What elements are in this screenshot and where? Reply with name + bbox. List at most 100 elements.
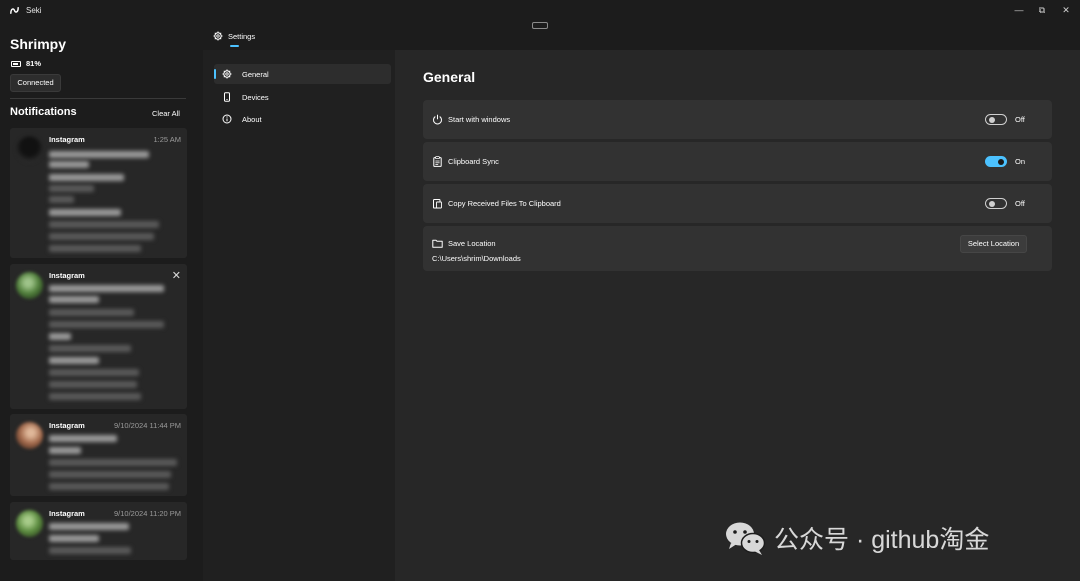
redacted-text <box>49 221 159 228</box>
tab-active-indicator <box>230 45 239 47</box>
divider <box>10 98 186 99</box>
avatar <box>16 422 43 449</box>
redacted-text <box>49 209 121 216</box>
title-bar: Seki — ⧉ ✕ <box>0 0 1080 22</box>
redacted-text <box>49 345 131 352</box>
nav-item-label: General <box>242 69 269 79</box>
nav-item-devices[interactable]: Devices <box>214 87 391 107</box>
redacted-text <box>49 151 149 158</box>
redacted-text <box>49 196 74 203</box>
notification-card[interactable]: Instagram 9/10/2024 11:44 PM <box>10 414 187 496</box>
start-with-windows-toggle[interactable] <box>985 114 1007 125</box>
nav-item-label: About <box>242 114 262 124</box>
app-title: Seki <box>26 6 42 15</box>
close-window-button[interactable]: ✕ <box>1058 3 1074 17</box>
device-panel: Shrimpy 81% Connected Notifications Clea… <box>0 22 200 581</box>
toggle-knob <box>998 158 1004 165</box>
page-title: General <box>423 69 476 85</box>
watermark-text: 公众号 · github淘金 <box>774 526 990 554</box>
select-location-button[interactable]: Select Location <box>960 235 1027 253</box>
redacted-text <box>49 459 177 466</box>
setting-label: Copy Received Files To Clipboard <box>448 199 561 208</box>
redacted-text <box>49 233 154 240</box>
setting-start-with-windows: Start with windows Off <box>423 100 1052 139</box>
close-icon[interactable]: ✕ <box>172 269 181 282</box>
folder-icon <box>432 239 443 248</box>
redacted-text <box>49 483 169 490</box>
settings-content: General Start with windows Off Clipboard… <box>395 50 1080 581</box>
redacted-text <box>49 435 117 442</box>
header: Settings <box>200 22 1080 50</box>
setting-label: Start with windows <box>448 115 511 124</box>
avatar <box>16 272 43 299</box>
settings-nav: General Devices About <box>203 50 395 581</box>
redacted-text <box>49 369 139 376</box>
setting-label: Save Location <box>448 239 496 248</box>
tab-settings[interactable]: Settings <box>213 31 255 41</box>
notification-card[interactable]: Instagram ✕ <box>10 264 187 409</box>
avatar <box>16 136 43 163</box>
toggle-state: Off <box>1015 199 1025 208</box>
redacted-text <box>49 333 71 340</box>
connection-status-button[interactable]: Connected <box>10 74 61 92</box>
redacted-text <box>49 245 141 252</box>
redacted-text <box>49 535 99 542</box>
info-icon <box>222 114 232 124</box>
redacted-text <box>49 161 89 168</box>
phone-icon <box>222 92 232 102</box>
toggle-state: On <box>1015 157 1026 166</box>
redacted-text <box>49 357 99 364</box>
notification-app: Instagram <box>49 135 85 144</box>
setting-copy-received-files: Copy Received Files To Clipboard Off <box>423 184 1052 223</box>
notification-app: Instagram <box>49 509 85 518</box>
notification-time: 9/10/2024 11:20 PM <box>114 509 181 518</box>
maximize-button[interactable]: ⧉ <box>1034 3 1050 17</box>
notification-time: 9/10/2024 11:44 PM <box>114 421 181 430</box>
nav-item-general[interactable]: General <box>214 64 391 84</box>
redacted-text <box>49 393 141 400</box>
redacted-text <box>49 296 99 303</box>
gear-icon <box>213 31 223 41</box>
toggle-state: Off <box>1015 115 1025 124</box>
wechat-logo-icon <box>726 522 766 555</box>
clipboard-icon <box>433 156 442 167</box>
notifications-heading: Notifications <box>10 106 77 118</box>
minimize-button[interactable]: — <box>1011 3 1027 17</box>
redacted-text <box>49 185 94 192</box>
redacted-text <box>49 309 134 316</box>
redacted-text <box>49 285 164 292</box>
battery-icon <box>11 60 21 67</box>
tab-settings-label: Settings <box>228 31 256 41</box>
setting-clipboard-sync: Clipboard Sync On <box>423 142 1052 181</box>
toggle-knob <box>989 200 995 207</box>
gear-icon <box>222 69 232 79</box>
nav-active-indicator <box>214 69 216 79</box>
watermark: 公众号 · github淘金 <box>724 520 989 556</box>
redacted-text <box>49 471 171 478</box>
clear-all-button[interactable]: Clear All <box>152 109 180 118</box>
redacted-text <box>49 381 137 388</box>
setting-save-location: Save Location C:\Users\shrim\Downloads S… <box>423 226 1052 271</box>
notification-app: Instagram <box>49 421 85 430</box>
redacted-text <box>49 447 81 454</box>
copy-received-files-toggle[interactable] <box>985 198 1007 209</box>
battery-level: 81% <box>26 59 42 68</box>
nav-item-label: Devices <box>242 92 269 102</box>
battery-status: 81% <box>11 59 41 68</box>
save-location-path: C:\Users\shrim\Downloads <box>432 254 521 263</box>
nav-item-about[interactable]: About <box>214 109 391 129</box>
clipboard-sync-toggle[interactable] <box>985 156 1007 167</box>
redacted-text <box>49 547 131 554</box>
redacted-text <box>49 523 129 530</box>
notification-card[interactable]: Instagram 1:25 AM <box>10 128 187 258</box>
avatar <box>16 510 43 537</box>
redacted-text <box>49 174 124 181</box>
toggle-knob <box>989 116 995 123</box>
device-name: Shrimpy <box>10 36 67 52</box>
notification-card[interactable]: Instagram 9/10/2024 11:20 PM <box>10 502 187 560</box>
notification-time: 1:25 AM <box>153 135 181 144</box>
setting-label: Clipboard Sync <box>448 157 499 166</box>
notification-app: Instagram <box>49 271 85 280</box>
copy-file-icon <box>433 199 442 209</box>
app-logo-icon <box>10 7 19 14</box>
